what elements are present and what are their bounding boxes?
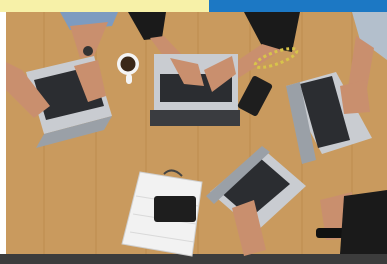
accent-divider xyxy=(209,0,213,14)
notebook-phone xyxy=(154,196,196,222)
photo-scene xyxy=(0,0,387,264)
accent-bar xyxy=(213,0,387,12)
coffee xyxy=(120,56,136,72)
mug-handle xyxy=(126,74,132,84)
wristwatch xyxy=(83,46,93,56)
sleeve-bottom-right xyxy=(340,190,387,254)
photo-illustration xyxy=(0,0,387,264)
hand-right xyxy=(340,80,370,114)
floor-edge xyxy=(0,254,387,264)
left-margin xyxy=(0,12,6,254)
